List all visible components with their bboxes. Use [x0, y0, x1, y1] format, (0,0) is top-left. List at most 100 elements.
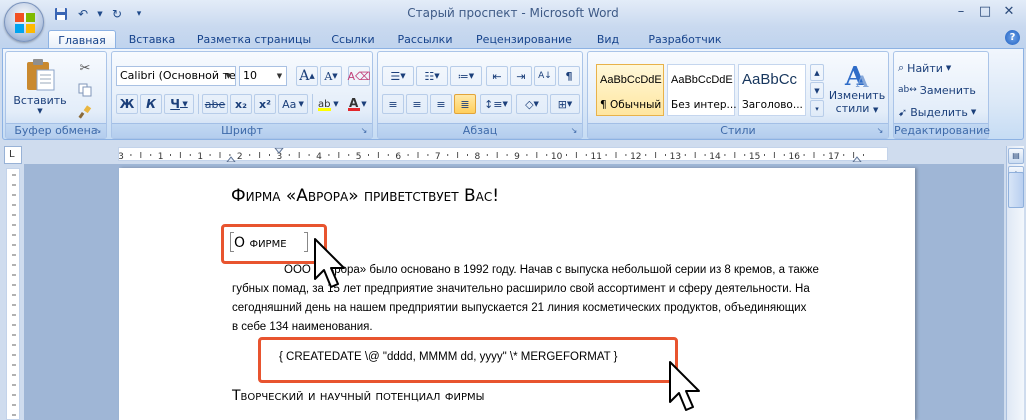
clear-formatting-button[interactable]: A⌫ [347, 66, 371, 86]
line-spacing-button[interactable]: ↕≡ ▼ [480, 94, 512, 114]
tab-page-layout[interactable]: Разметка страницы [195, 30, 313, 49]
change-styles-button[interactable]: A A Изменить стили ▼ [826, 56, 888, 120]
eraser-icon: A⌫ [347, 69, 371, 83]
indent-marker[interactable] [225, 156, 237, 163]
vertical-scrollbar[interactable]: ▤ ▲ [1006, 146, 1024, 420]
chevron-down-icon[interactable]: ▼ [274, 68, 285, 84]
align-right-button[interactable]: ≡ [430, 94, 452, 114]
style-heading1[interactable]: AaBbCc Заголово... [738, 64, 806, 116]
mouse-cursor-icon [669, 361, 700, 411]
tab-mailings[interactable]: Рассылки [394, 30, 456, 49]
grow-font-button[interactable]: A ▲ [296, 66, 318, 86]
justify-button[interactable]: ≣ [454, 94, 476, 114]
styles-scroll-up-button[interactable]: ▲ [810, 64, 824, 81]
ruler-label: 3 [277, 152, 283, 162]
font-color-icon: A [348, 96, 361, 111]
scroll-thumb[interactable] [1008, 172, 1024, 208]
document-heading-1[interactable]: Фирма «Аврора» приветствует Вас! [231, 186, 499, 206]
bullets-button[interactable]: ☰ ▼ [382, 66, 414, 86]
ruler-label: 1 [197, 152, 203, 162]
cut-button[interactable]: ✂ [74, 58, 96, 78]
paste-button[interactable]: Вставить ▼ [12, 56, 68, 116]
grow-font-label: A [299, 68, 310, 84]
copy-button[interactable] [74, 80, 96, 100]
multilevel-list-button[interactable]: ≔ ▼ [450, 66, 482, 86]
help-icon[interactable]: ? [1005, 30, 1020, 45]
dialog-launcher-icon[interactable]: ↘ [875, 126, 885, 136]
editing-group-label: Редактирование [894, 123, 990, 138]
italic-button[interactable]: К [140, 94, 162, 114]
svg-text:A: A [855, 72, 869, 89]
ribbon: Вставить ▼ ✂ Буфер обмена ↘ Calibri (Осн… [2, 48, 1024, 140]
subscript-button[interactable]: x₂ [230, 94, 252, 114]
paragraph-line[interactable]: в себе 134 наименования. [232, 321, 373, 333]
clipboard-icon [27, 58, 55, 90]
vertical-ruler[interactable] [6, 168, 20, 420]
shading-button[interactable]: ◇ ▼ [516, 94, 548, 114]
ribbon-tabs: Главная Вставка Разметка страницы Ссылки… [0, 27, 1026, 49]
font-size-input[interactable]: 10 ▼ [239, 66, 287, 86]
dialog-launcher-icon[interactable]: ↘ [569, 126, 579, 136]
styles-scroll-down-button[interactable]: ▼ [810, 82, 824, 99]
change-styles-label-2: стили ▼ [835, 102, 879, 115]
dialog-launcher-icon[interactable]: ↘ [359, 126, 369, 136]
paragraph-line[interactable]: ООО «Аврора» было основано в 1992 году. … [284, 264, 819, 276]
align-center-button[interactable]: ≡ [406, 94, 428, 114]
decrease-indent-button[interactable]: ⇤ [486, 66, 508, 86]
ruler-toggle-button[interactable]: ▤ [1008, 148, 1024, 164]
bold-button[interactable]: Ж [116, 94, 138, 114]
underline-button[interactable]: Ч ▼ [164, 94, 194, 114]
style-no-spacing[interactable]: AaBbCcDdE Без интер... [667, 64, 737, 116]
font-name-input[interactable]: Calibri (Основной те ▼ [116, 66, 236, 86]
document-heading-3[interactable]: Творческий и научный потенциал фирмы [232, 388, 484, 404]
superscript-button[interactable]: x² [254, 94, 276, 114]
tab-review[interactable]: Рецензирование [472, 30, 576, 49]
style-normal[interactable]: AaBbCcDdE ¶ Обычный [596, 64, 664, 116]
borders-button[interactable]: ⊞ ▼ [550, 94, 580, 114]
show-marks-button[interactable]: ¶ [558, 66, 580, 86]
maximize-button[interactable]: □ [974, 2, 996, 20]
shrink-font-button[interactable]: A ▼ [320, 66, 342, 86]
ruler-ticks: 3 1 1 2 3 4 5 6 7 8 9 10 11 12 13 14 15 16 17 [118, 147, 864, 163]
office-button[interactable] [4, 2, 44, 42]
justify-icon: ≣ [460, 97, 470, 111]
tab-view[interactable]: Вид [590, 30, 626, 49]
format-painter-button[interactable] [74, 102, 96, 122]
minimize-button[interactable]: – [950, 2, 972, 20]
tab-selector-button[interactable]: L [4, 146, 22, 164]
chevron-down-icon: ▼ [37, 106, 43, 115]
ruler-label: 6 [395, 152, 401, 162]
tab-home[interactable]: Главная [48, 30, 116, 49]
chevron-down-icon[interactable]: ▼ [223, 68, 234, 84]
change-case-button[interactable]: Aa ▼ [278, 94, 308, 114]
replace-icon: ab↔ [898, 85, 917, 95]
indent-marker[interactable] [851, 156, 863, 163]
font-color-button[interactable]: A ▼ [344, 94, 370, 114]
ruler-label: 15 [749, 152, 760, 162]
increase-indent-button[interactable]: ⇥ [510, 66, 532, 86]
tab-developer[interactable]: Разработчик [640, 30, 730, 49]
highlight-button[interactable]: ab ▼ [314, 94, 342, 114]
change-case-label: Aa [282, 97, 297, 111]
replace-label: Заменить [919, 83, 976, 97]
clipboard-group: Вставить ▼ ✂ Буфер обмена ↘ [5, 51, 107, 139]
sort-button[interactable]: A↓ [534, 66, 556, 86]
dialog-launcher-icon[interactable]: ↘ [93, 126, 103, 136]
tab-references[interactable]: Ссылки [326, 30, 380, 49]
horizontal-ruler[interactable]: 3 1 1 2 3 4 5 6 7 8 9 10 11 12 13 14 15 16 17 [118, 147, 888, 163]
paragraph-group-label: Абзац [378, 123, 582, 138]
vertical-ruler-ticks [12, 174, 16, 416]
strikethrough-button[interactable]: abe [202, 94, 228, 114]
close-button[interactable]: ✕ [998, 2, 1020, 20]
highlighter-icon: ab [318, 99, 332, 111]
align-left-button[interactable]: ≡ [382, 94, 404, 114]
replace-button[interactable]: ab↔ Заменить [898, 80, 986, 100]
styles-more-button[interactable]: ▾ [810, 100, 824, 117]
select-button[interactable]: ➹ Выделить ▼ [898, 102, 986, 122]
tab-insert[interactable]: Вставка [122, 30, 182, 49]
numbering-button[interactable]: ☷ ▼ [416, 66, 448, 86]
paragraph-line[interactable]: сегодняшний день на нашем предприятии вы… [232, 302, 806, 314]
find-button[interactable]: ⌕ Найти ▼ [898, 58, 986, 78]
ruler-label: 4 [316, 152, 322, 162]
editing-group: ⌕ Найти ▼ ab↔ Заменить ➹ Выделить ▼ Реда… [893, 51, 990, 139]
